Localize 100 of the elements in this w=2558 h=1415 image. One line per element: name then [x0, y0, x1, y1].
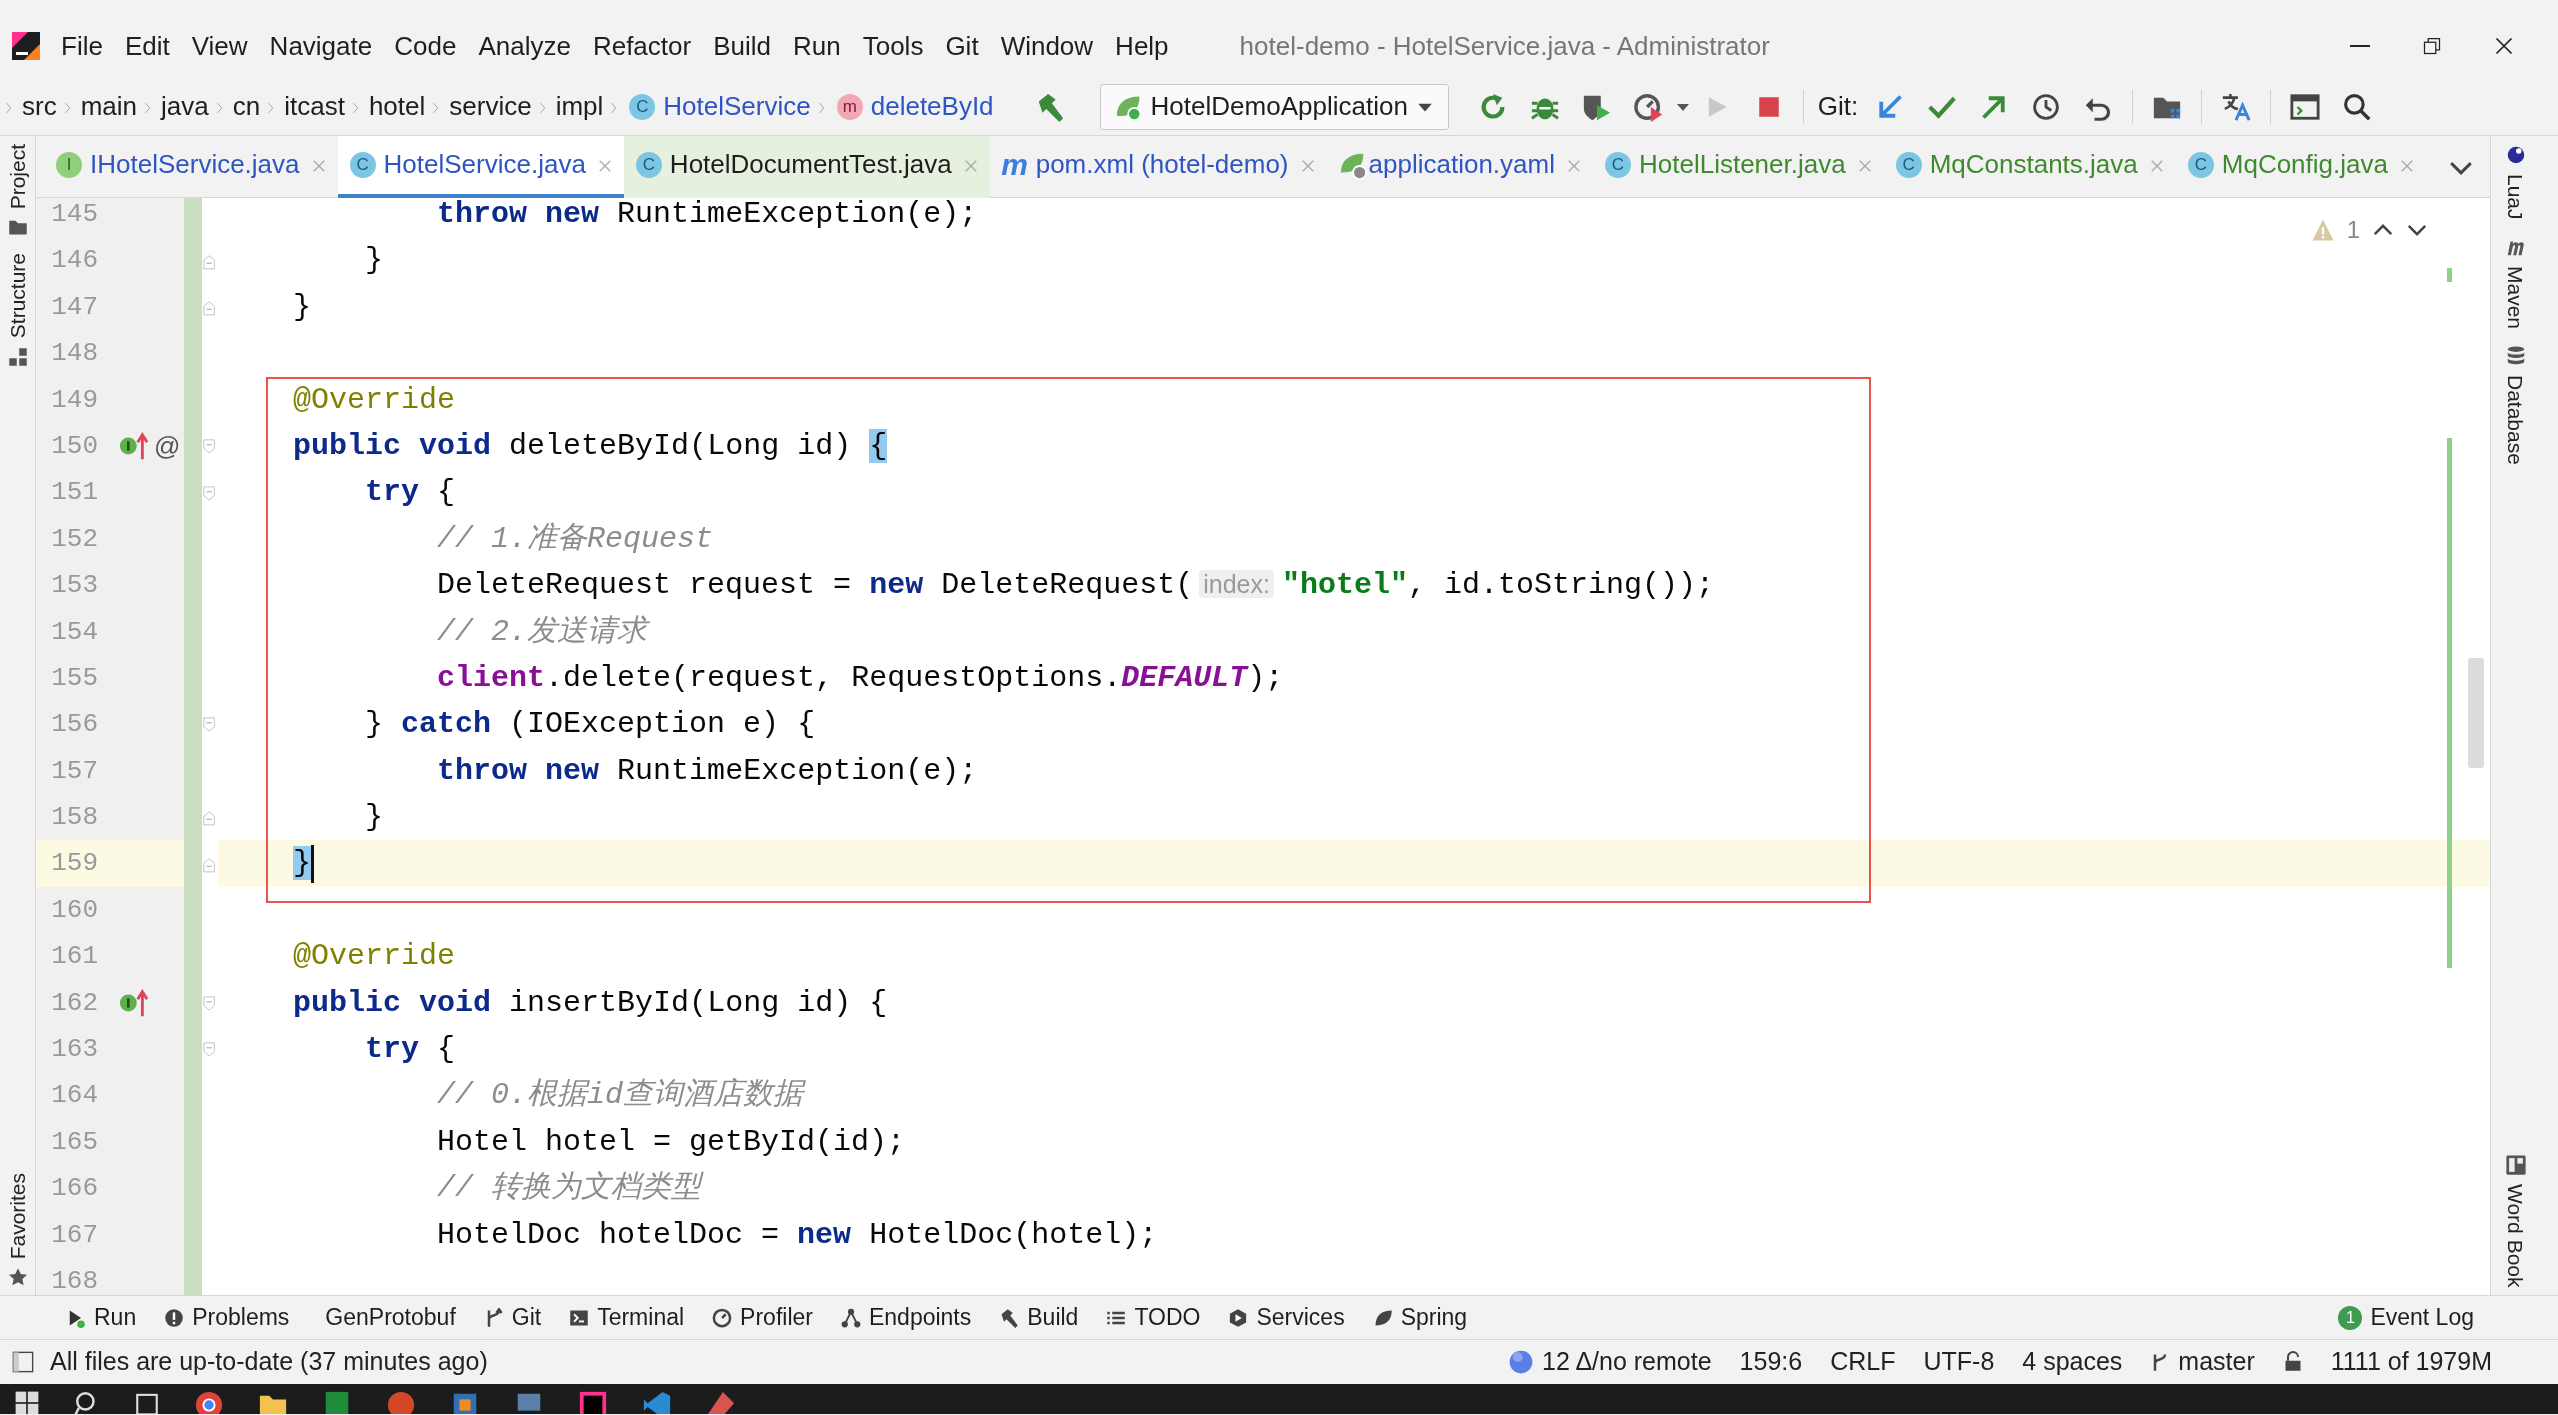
menu-item[interactable]: Refactor — [581, 26, 703, 66]
caret-position[interactable]: 159:6 — [1725, 1343, 1817, 1381]
menu-item[interactable]: View — [180, 26, 259, 66]
tool-window-tab[interactable]: Problems — [192, 1300, 290, 1335]
class-icon: C — [1895, 151, 1922, 178]
menu-item[interactable]: Window — [989, 26, 1105, 66]
menu-item[interactable]: Run — [782, 26, 852, 66]
warning-count[interactable]: 1 — [2346, 212, 2360, 248]
warning-icon — [2310, 218, 2335, 242]
menu-item[interactable]: Analyze — [467, 26, 582, 66]
tool-window-tab[interactable]: GenProtobuf — [325, 1300, 456, 1335]
breadcrumb[interactable]: deleteById — [870, 87, 1000, 126]
tool-window-tab[interactable]: Endpoints — [868, 1300, 972, 1335]
tool-window-tab[interactable]: Profiler — [740, 1300, 813, 1335]
code-line: } — [364, 799, 384, 837]
menu-item[interactable]: File — [50, 26, 114, 66]
breadcrumb[interactable]: service — [443, 87, 538, 126]
tool-window-tab[interactable]: Structure — [1, 253, 34, 339]
code-line: try { — [364, 1031, 456, 1069]
gauge-play-icon — [1633, 91, 1664, 122]
code-line: throw new RuntimeException(e); — [436, 198, 978, 233]
file-encoding[interactable]: UTF-8 — [1909, 1343, 2009, 1381]
line-number: 153 — [51, 570, 98, 601]
menu-item[interactable]: Navigate — [258, 26, 384, 66]
file-tab[interactable]: application.yaml — [1326, 135, 1593, 198]
indent-setting[interactable]: 4 spaces — [2008, 1343, 2137, 1381]
tool-window-tab[interactable]: LuaJ — [2499, 174, 2532, 220]
scrollbar-thumb[interactable] — [2468, 658, 2484, 768]
file-tab[interactable]: C HotelDocumentTest.java — [623, 135, 990, 198]
git-label: Git: — [1817, 90, 1859, 123]
tool-window-tab[interactable]: Project — [1, 144, 34, 210]
line-number: 145 — [51, 199, 98, 229]
tool-window-tab[interactable]: Services — [1256, 1300, 1345, 1335]
vcs-status[interactable]: 12 Δ/no remote — [1542, 1343, 1712, 1381]
change-marker — [2447, 268, 2452, 282]
tool-window-tab[interactable]: TODO — [1134, 1300, 1201, 1335]
tool-window-tab[interactable]: Maven — [2499, 265, 2532, 329]
breadcrumb[interactable]: main — [74, 87, 144, 126]
run-config-dropdown[interactable]: HotelDemoApplication — [1099, 83, 1449, 130]
tool-window-tab[interactable]: Favorites — [1, 1172, 34, 1259]
code-line: @Override — [292, 381, 456, 419]
tool-window-tab[interactable]: Build — [1027, 1300, 1079, 1335]
implements-arrow-icon — [118, 987, 148, 1018]
menu-item[interactable]: Edit — [113, 26, 181, 66]
file-tab[interactable]: I IHotelService.java — [44, 135, 338, 198]
tool-window-tab[interactable]: Git — [511, 1300, 542, 1335]
close-icon — [2494, 36, 2514, 56]
structure-icon — [7, 346, 28, 367]
line-number: 161 — [51, 941, 98, 972]
tool-window-tab[interactable]: Run — [94, 1300, 137, 1335]
line-number: 148 — [51, 338, 98, 369]
menu-item[interactable]: Tools — [851, 26, 935, 66]
line-number: 167 — [51, 1219, 98, 1250]
tool-window-tab[interactable]: Word Book — [2499, 1183, 2532, 1287]
git-branch[interactable]: master — [2178, 1343, 2255, 1381]
tool-window-tab[interactable]: Spring — [1400, 1300, 1468, 1335]
file-tab[interactable]: m pom.xml (hotel-demo) — [989, 135, 1327, 198]
clock-icon — [2032, 92, 2061, 121]
ide-icon — [578, 1390, 608, 1414]
code-line: } — [364, 242, 384, 280]
line-number: 162 — [51, 987, 98, 1018]
implements-arrow-icon — [118, 431, 148, 462]
code-line: } catch (IOException e) { — [364, 706, 816, 744]
services-icon — [1228, 1307, 1249, 1328]
code-line: @Override — [292, 938, 456, 976]
menu-item[interactable]: Code — [383, 26, 468, 66]
line-number: 149 — [51, 384, 98, 415]
breadcrumb[interactable]: java — [155, 87, 215, 126]
file-tab[interactable]: C HotelService.java — [337, 135, 624, 198]
file-tab[interactable]: C HotelListener.java — [1592, 135, 1884, 198]
notification-badge: 1 — [2338, 1305, 2363, 1330]
breadcrumb[interactable]: itcast — [278, 87, 351, 126]
code-line: HotelDoc hotelDoc = new HotelDoc(hotel); — [436, 1216, 1158, 1254]
tool-window-tab[interactable]: Database — [2499, 374, 2532, 465]
code-line: public void insertById(Long id) { — [292, 984, 888, 1022]
tool-window-tab[interactable]: Terminal — [597, 1300, 685, 1335]
breadcrumb[interactable]: cn — [226, 87, 267, 126]
breadcrumb[interactable]: hotel — [362, 87, 432, 126]
line-number: 150 — [51, 430, 98, 461]
test-icon: C — [635, 151, 662, 178]
line-separator[interactable]: CRLF — [1816, 1343, 1910, 1381]
menu-item[interactable]: Git — [934, 26, 990, 66]
memory-indicator[interactable]: 1111 of 1979M — [2316, 1343, 2506, 1381]
file-tab[interactable]: C MqConstants.java — [1883, 135, 2176, 198]
breadcrumb[interactable]: src — [16, 87, 63, 126]
file-tab[interactable]: C MqConfig.java — [2175, 135, 2426, 198]
line-number: 146 — [51, 245, 98, 276]
code-line: client.delete(request, RequestOptions.DEFAULT); — [436, 659, 1284, 697]
annotation-marker[interactable]: @ — [154, 422, 181, 470]
menu-item[interactable]: Help — [1104, 26, 1180, 66]
maven-icon: m — [1001, 151, 1028, 178]
tool-window-tab[interactable]: Event Log — [2370, 1300, 2474, 1335]
breadcrumb[interactable]: HotelService — [663, 87, 817, 126]
menu-item[interactable]: Build — [702, 26, 782, 66]
line-number: 151 — [51, 477, 98, 508]
interface-icon: I — [56, 151, 82, 178]
breadcrumb[interactable]: impl — [549, 87, 610, 126]
close-icon — [963, 159, 978, 174]
search-icon — [2343, 92, 2372, 121]
panel-toggle-icon — [12, 1351, 34, 1373]
